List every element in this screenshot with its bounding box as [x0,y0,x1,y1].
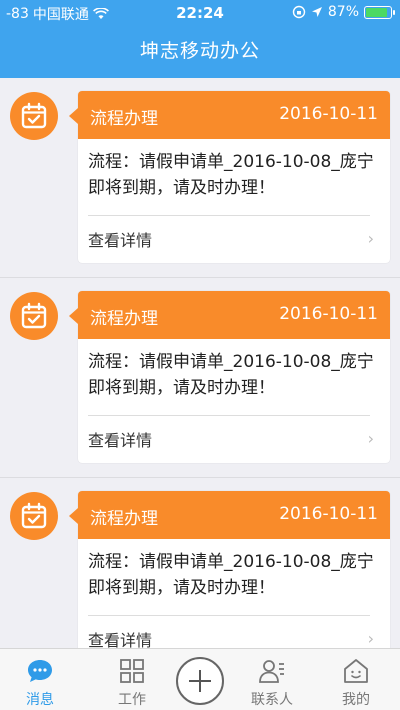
message-item: 流程办理 2016-10-11 流程：请假申请单_2016-10-08_庞宁 即… [0,478,400,648]
card-date: 2016-10-11 [279,504,378,524]
card-header: 流程办理 2016-10-11 [69,291,390,339]
battery-percent: 87% [327,4,359,20]
message-item: 流程办理 2016-10-11 流程：请假申请单_2016-10-08_庞宁 即… [0,78,400,278]
location-arrow-icon [311,7,322,17]
card-divider [88,415,370,416]
card-header: 流程办理 2016-10-11 [69,91,390,139]
view-details-link[interactable]: 查看详情 › [88,627,380,648]
add-button[interactable] [176,657,224,705]
tab-messages-label: 消息 [26,692,54,708]
battery-fill [366,7,387,17]
tab-bar: 消息 工作 联系人 我的 [0,648,400,710]
card-label: 流程办理 [90,509,158,529]
grid-icon [120,659,144,683]
card-body-text: 流程：请假申请单_2016-10-08_庞宁 即将到期，请及时办理！ [88,152,374,198]
chat-bubble-icon [28,660,52,682]
message-card[interactable]: 流程办理 2016-10-11 流程：请假申请单_2016-10-08_庞宁 即… [69,291,390,463]
page-title: 坤志移动办公 [139,40,260,62]
message-card[interactable]: 流程办理 2016-10-11 流程：请假申请单_2016-10-08_庞宁 即… [69,491,390,648]
chevron-right-icon: › [367,629,374,648]
calendar-check-icon [10,492,58,540]
card-body-text: 流程：请假申请单_2016-10-08_庞宁 即将到期，请及时办理！ [88,552,374,598]
tab-work-label: 工作 [118,692,146,708]
tab-contacts-label: 联系人 [251,692,293,708]
card-date: 2016-10-11 [279,304,378,324]
chevron-right-icon: › [367,229,374,248]
view-details-link[interactable]: 查看详情 › [88,227,380,253]
card-divider [88,215,370,216]
status-right: 87% [292,4,395,20]
card-header: 流程办理 2016-10-11 [69,491,390,539]
calendar-check-icon [10,292,58,340]
tab-mine[interactable]: 我的 [316,649,396,710]
tab-mine-label: 我的 [342,692,370,708]
app-header: -83 中国联通 22:24 87% 坤志移动办公 [0,0,400,78]
status-bar: -83 中国联通 22:24 87% [0,0,400,26]
view-details-label: 查看详情 [88,631,153,648]
card-label: 流程办理 [90,109,158,129]
tab-work[interactable]: 工作 [92,649,172,710]
rotation-lock-icon [292,5,306,19]
card-divider [88,615,370,616]
card-label: 流程办理 [90,309,158,329]
tab-contacts[interactable]: 联系人 [232,649,312,710]
view-details-link[interactable]: 查看详情 › [88,427,380,453]
card-date: 2016-10-11 [279,104,378,124]
battery-icon [364,5,395,19]
calendar-check-icon [10,92,58,140]
message-card[interactable]: 流程办理 2016-10-11 流程：请假申请单_2016-10-08_庞宁 即… [69,91,390,263]
card-body-text: 流程：请假申请单_2016-10-08_庞宁 即将到期，请及时办理！ [88,352,374,398]
chevron-right-icon: › [367,429,374,448]
message-feed[interactable]: 流程办理 2016-10-11 流程：请假申请单_2016-10-08_庞宁 即… [0,78,400,648]
view-details-label: 查看详情 [88,431,153,450]
view-details-label: 查看详情 [88,231,153,250]
tab-messages[interactable]: 消息 [0,649,80,710]
home-face-icon [344,659,368,683]
contacts-icon [259,660,284,683]
message-item: 流程办理 2016-10-11 流程：请假申请单_2016-10-08_庞宁 即… [0,278,400,478]
